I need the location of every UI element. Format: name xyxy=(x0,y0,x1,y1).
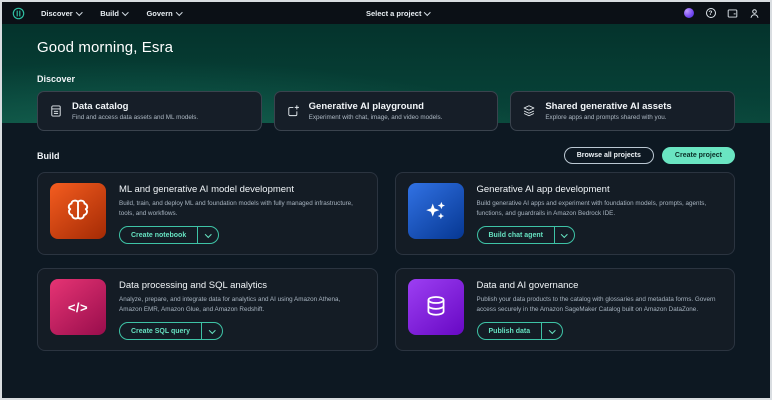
project-selector[interactable]: Select a project xyxy=(366,2,430,24)
card-data-processing-sql: </> Data processing and SQL analytics An… xyxy=(37,268,378,351)
chevron-down-icon xyxy=(549,327,555,333)
code-icon: </> xyxy=(50,279,106,335)
nav-menu-govern[interactable]: Govern xyxy=(146,9,181,18)
discover-section-label: Discover xyxy=(37,74,735,84)
split-button-dropdown[interactable] xyxy=(554,227,575,243)
nav-menu-discover[interactable]: Discover xyxy=(41,9,81,18)
split-button-dropdown[interactable] xyxy=(541,323,562,339)
brain-icon xyxy=(50,183,106,239)
chevron-down-icon xyxy=(205,231,211,237)
card-data-catalog[interactable]: Data catalog Find and access data assets… xyxy=(37,91,262,131)
chevron-down-icon xyxy=(76,9,82,15)
create-sql-query-button[interactable]: Create SQL query xyxy=(120,323,201,339)
database-icon xyxy=(408,279,464,335)
chevron-down-icon xyxy=(425,9,431,15)
app-window: Discover Build Govern Select a project ? xyxy=(0,0,772,400)
nav-menu-build[interactable]: Build xyxy=(100,9,127,18)
chevron-down-icon xyxy=(209,327,215,333)
nav-icon-group: ? xyxy=(683,8,760,19)
card-title: Generative AI playground xyxy=(309,101,443,112)
data-catalog-icon xyxy=(49,104,63,118)
card-genai-playground[interactable]: Generative AI playground Experiment with… xyxy=(274,91,499,131)
card-title: ML and generative AI model development xyxy=(119,184,294,195)
build-section-label: Build xyxy=(37,151,60,161)
layers-icon xyxy=(522,104,536,118)
card-description: Explore apps and prompts shared with you… xyxy=(545,114,671,121)
split-button-dropdown[interactable] xyxy=(201,323,222,339)
build-card-grid: ML and generative AI model development B… xyxy=(37,172,735,351)
split-button-dropdown[interactable] xyxy=(197,227,218,243)
card-description: Build, train, and deploy ML and foundati… xyxy=(119,199,365,219)
feedback-icon[interactable] xyxy=(727,8,738,19)
page-title: Good morning, Esra xyxy=(37,24,735,56)
card-title: Data and AI governance xyxy=(477,280,579,291)
card-title: Data processing and SQL analytics xyxy=(119,280,267,291)
profile-icon[interactable] xyxy=(749,8,760,19)
card-title: Shared generative AI assets xyxy=(545,101,671,112)
nav-menu-build-label: Build xyxy=(100,9,119,18)
publish-data-button[interactable]: Publish data xyxy=(478,323,542,339)
publish-data-split-button[interactable]: Publish data xyxy=(477,322,563,340)
build-chat-agent-split-button[interactable]: Build chat agent xyxy=(477,226,576,244)
card-shared-genai-assets[interactable]: Shared generative AI assets Explore apps… xyxy=(510,91,735,131)
chevron-down-icon xyxy=(562,231,568,237)
project-selector-label: Select a project xyxy=(366,9,421,18)
create-sql-query-split-button[interactable]: Create SQL query xyxy=(119,322,223,340)
chevron-down-icon xyxy=(176,9,182,15)
build-chat-agent-button[interactable]: Build chat agent xyxy=(478,227,554,243)
card-title: Generative AI app development xyxy=(477,184,610,195)
card-description: Analyze, prepare, and integrate data for… xyxy=(119,295,365,315)
playground-icon xyxy=(286,104,300,118)
sparkles-icon xyxy=(408,183,464,239)
card-title: Data catalog xyxy=(72,101,198,112)
card-description: Find and access data assets and ML model… xyxy=(72,114,198,121)
help-icon[interactable]: ? xyxy=(705,8,716,19)
browse-all-projects-button[interactable]: Browse all projects xyxy=(564,147,654,164)
card-data-ai-governance: Data and AI governance Publish your data… xyxy=(395,268,736,351)
build-section-header: Build Browse all projects Create project xyxy=(37,147,735,164)
nav-menu-govern-label: Govern xyxy=(146,9,172,18)
discover-card-row: Data catalog Find and access data assets… xyxy=(37,91,735,131)
main-content: Good morning, Esra Discover Data catalog… xyxy=(2,24,770,351)
card-genai-app-development: Generative AI app development Build gene… xyxy=(395,172,736,255)
top-navigation: Discover Build Govern Select a project ? xyxy=(2,2,770,24)
create-project-button[interactable]: Create project xyxy=(662,147,735,164)
card-description: Experiment with chat, image, and video m… xyxy=(309,114,443,121)
create-notebook-button[interactable]: Create notebook xyxy=(120,227,197,243)
card-ml-model-development: ML and generative AI model development B… xyxy=(37,172,378,255)
nav-menu-discover-label: Discover xyxy=(41,9,73,18)
card-description: Build generative AI apps and experiment … xyxy=(477,199,723,219)
card-description: Publish your data products to the catalo… xyxy=(477,295,723,315)
chevron-down-icon xyxy=(122,9,128,15)
sagemaker-logo-icon[interactable] xyxy=(12,7,25,20)
create-notebook-split-button[interactable]: Create notebook xyxy=(119,226,219,244)
amazon-q-icon[interactable] xyxy=(683,8,694,19)
